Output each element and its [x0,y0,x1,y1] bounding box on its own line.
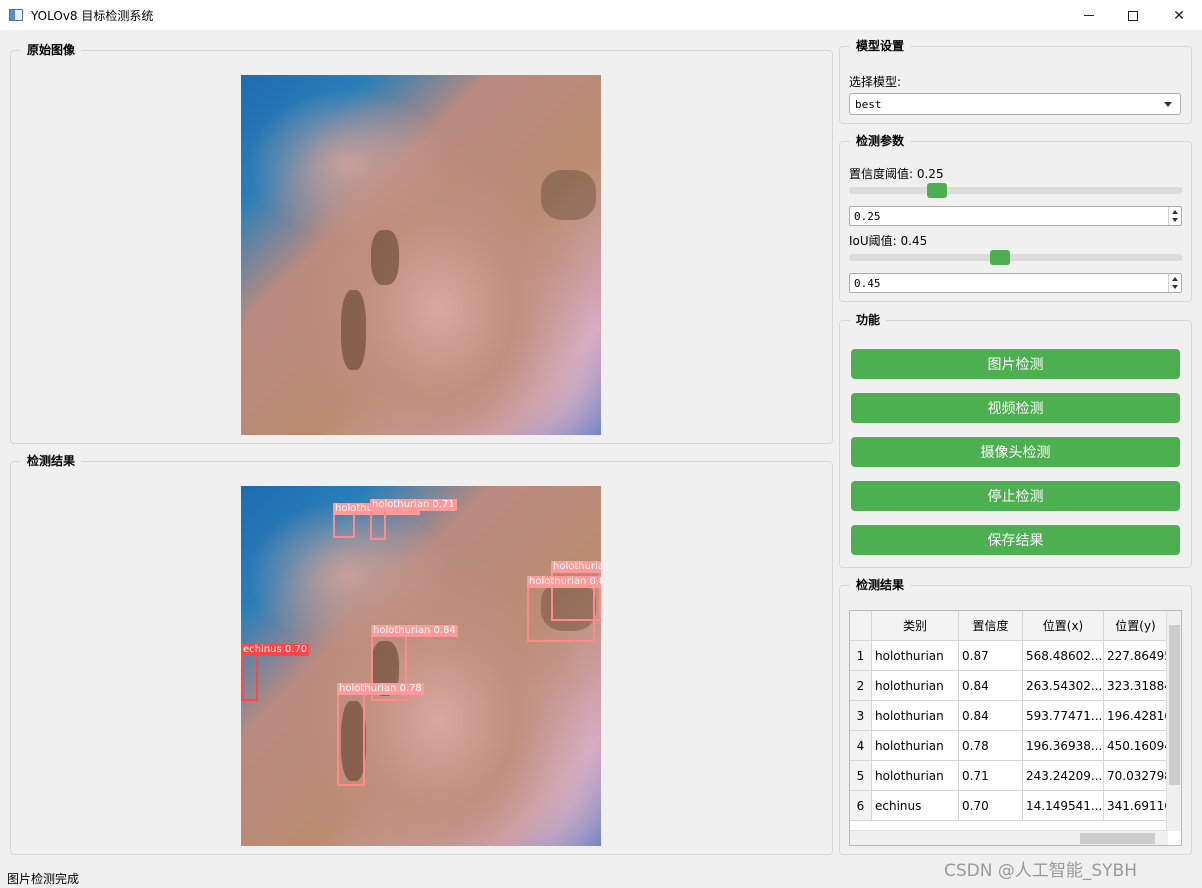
table-cell[interactable]: 323.31884... [1104,671,1168,701]
arrow-down-icon [1172,218,1178,222]
video-detect-button[interactable]: 视频检测 [851,393,1180,423]
maximize-button[interactable] [1110,0,1156,31]
title-bar: YOLOv8 目标检测系统 ✕ [0,0,1202,31]
table-cell[interactable]: 70.032798... [1104,761,1168,791]
save-result-button[interactable]: 保存结果 [851,525,1180,555]
table-cell[interactable]: 227.86495... [1104,641,1168,671]
close-button[interactable]: ✕ [1156,0,1202,31]
close-icon: ✕ [1173,7,1185,24]
row-header[interactable]: 3 [850,701,872,731]
arrow-up-icon [1172,277,1178,281]
table-cell[interactable]: 341.69116... [1104,791,1168,821]
column-header-x[interactable]: 位置(x) [1023,611,1104,641]
detection-label: holothurian 0.71 [370,499,457,511]
table-cell[interactable]: 243.24209... [1023,761,1104,791]
iou-spinbox-buttons[interactable] [1168,274,1181,292]
table-cell[interactable]: holothurian [872,641,959,671]
table-cell[interactable]: 0.84 [959,701,1023,731]
column-header-class[interactable]: 类别 [872,611,959,641]
watermark: CSDN @人工智能_SYBH [944,861,1137,881]
table-cell[interactable]: 450.16094... [1104,731,1168,761]
stop-detect-button[interactable]: 停止检测 [851,481,1180,511]
model-settings-title: 模型设置 [850,39,911,53]
detection-label: holothurian 0.78 [337,683,424,695]
detection-label: echinus 0.70 [241,644,310,656]
table-cell[interactable]: 196.36938... [1023,731,1104,761]
iou-spinbox[interactable]: 0.45 [849,273,1182,293]
camera-detect-button[interactable]: 摄像头检测 [851,437,1180,467]
window-title: YOLOv8 目标检测系统 [31,8,154,23]
model-select[interactable]: best [849,93,1181,115]
status-text: 图片检测完成 [7,872,80,886]
column-header-y[interactable]: 位置(y) [1104,611,1168,641]
model-select-value: best [855,97,882,111]
detection-label: holothurian 0.84 [371,625,458,637]
functions-title: 功能 [850,313,887,327]
result-image: holothurian 0.87 holothurian 0.71 holoth… [241,486,601,846]
conf-spinbox-buttons[interactable] [1168,207,1181,225]
detection-label: holothurian 0.84 [551,561,601,573]
row-header[interactable]: 5 [850,761,872,791]
minimize-icon [1084,15,1094,16]
table-cell[interactable]: 0.70 [959,791,1023,821]
chevron-down-icon [1164,102,1172,107]
image-detect-button[interactable]: 图片检测 [851,349,1180,379]
table-cell[interactable]: 593.77471... [1023,701,1104,731]
vertical-scrollbar[interactable] [1166,611,1181,831]
row-header[interactable]: 6 [850,791,872,821]
arrow-up-icon [1172,210,1178,214]
iou-threshold-label: IoU阈值: 0.45 [849,234,928,248]
column-header-confidence[interactable]: 置信度 [959,611,1023,641]
table-cell[interactable]: 0.78 [959,731,1023,761]
conf-slider[interactable] [849,187,1182,194]
horizontal-scrollbar-thumb[interactable] [1080,833,1155,844]
table-cell[interactable]: 568.48602... [1023,641,1104,671]
table-cell[interactable]: 196.42816... [1104,701,1168,731]
row-header[interactable]: 4 [850,731,872,761]
conf-spinbox-value: 0.25 [854,209,881,223]
table-cell[interactable]: holothurian [872,671,959,701]
detect-params-title: 检测参数 [850,134,911,148]
table-corner [850,611,872,641]
table-cell[interactable]: echinus [872,791,959,821]
original-image [241,75,601,435]
vertical-scrollbar-thumb[interactable] [1169,625,1180,785]
conf-spinbox[interactable]: 0.25 [849,206,1182,226]
table-cell[interactable]: 0.87 [959,641,1023,671]
table-cell[interactable]: 0.84 [959,671,1023,701]
results-table-title: 检测结果 [850,578,911,592]
table-cell[interactable]: holothurian [872,761,959,791]
horizontal-scrollbar[interactable] [850,830,1168,845]
iou-slider[interactable] [849,254,1182,261]
results-table[interactable]: 类别 置信度 位置(x) 位置(y) 1 holothurian 0.87 56… [849,610,1182,846]
arrow-down-icon [1172,285,1178,289]
conf-slider-handle[interactable] [927,183,948,198]
model-select-label: 选择模型: [849,75,902,89]
table-cell[interactable]: holothurian [872,731,959,761]
table-cell[interactable]: 263.54302... [1023,671,1104,701]
iou-spinbox-value: 0.45 [854,276,881,290]
detection-box [337,686,365,786]
result-image-title: 检测结果 [21,454,82,468]
table-cell[interactable]: holothurian [872,701,959,731]
maximize-icon [1128,10,1138,21]
minimize-button[interactable] [1066,0,1112,31]
table-cell[interactable]: 0.71 [959,761,1023,791]
conf-threshold-label: 置信度阈值: 0.25 [849,167,944,181]
row-header[interactable]: 1 [850,641,872,671]
table-cell[interactable]: 14.149541... [1023,791,1104,821]
row-header[interactable]: 2 [850,671,872,701]
app-icon [9,9,23,21]
detection-label: holothurian 0.84 [527,576,601,588]
iou-slider-handle[interactable] [989,250,1010,265]
original-image-title: 原始图像 [21,43,82,57]
